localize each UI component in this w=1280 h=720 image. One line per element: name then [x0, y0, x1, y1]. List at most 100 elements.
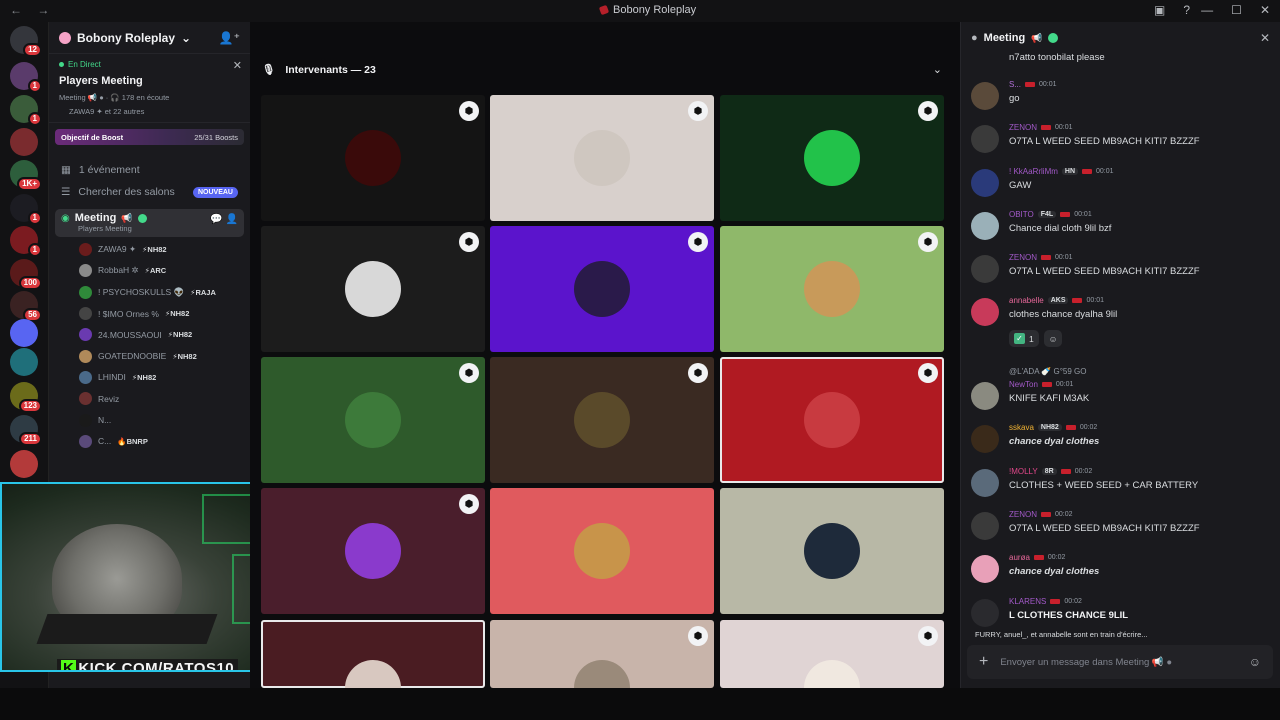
voice-member[interactable]: C... 🔥BNRP: [49, 431, 250, 452]
speaker-tile[interactable]: [490, 488, 714, 614]
speaker-avatar: [804, 523, 860, 579]
guild-header[interactable]: Bobony Roleplay ⌄ 👤⁺: [49, 22, 250, 54]
server-icon[interactable]: 100: [10, 259, 42, 290]
author-name[interactable]: sskava: [1009, 423, 1034, 432]
invite-people-icon[interactable]: 👤⁺: [219, 31, 240, 45]
speaker-tile[interactable]: ⬢: [490, 357, 714, 483]
server-icon[interactable]: [10, 128, 38, 156]
bottom-bar: [0, 688, 1280, 720]
avatar: [971, 425, 999, 453]
unread-badge: 123: [18, 399, 42, 413]
voice-member[interactable]: GOATEDNOOBIE ⚡NH82: [49, 345, 250, 366]
speaker-avatar: [345, 523, 401, 579]
author-name[interactable]: !MOLLY: [1009, 467, 1038, 476]
author-name[interactable]: ZENON: [1009, 510, 1037, 519]
speaker-tile[interactable]: ⬢: [720, 226, 944, 352]
minimize-button[interactable]: —: [1201, 3, 1213, 17]
window-title-text: Bobony Roleplay: [613, 4, 697, 16]
voice-member[interactable]: ! $IMO Ornes % ⚡NH82: [49, 303, 250, 324]
speakers-header[interactable]: 🎙 Intervenants — 23: [262, 63, 376, 77]
message-header: annabelle AKS 00:01: [1009, 296, 1104, 305]
author-name[interactable]: aurøa: [1009, 553, 1030, 562]
voice-member[interactable]: RobbaH ✲ ⚡ARC: [49, 260, 250, 281]
add-attachment-icon[interactable]: +: [979, 653, 988, 671]
server-icon[interactable]: [10, 348, 38, 376]
server-icon[interactable]: 1: [10, 194, 42, 225]
voice-member[interactable]: N...: [49, 409, 250, 430]
help-icon[interactable]: ?: [1183, 3, 1190, 17]
member-tag: ⚡NH82: [131, 372, 157, 382]
chevron-down-icon[interactable]: ⌄: [933, 63, 942, 76]
microphone-icon: 🎙: [262, 64, 276, 76]
speaker-tile[interactable]: ⬢: [720, 620, 944, 688]
boost-count: 25/31 Boosts: [194, 132, 238, 142]
speaker-tile[interactable]: ⬢: [261, 95, 485, 221]
avatar: [971, 555, 999, 583]
member-tag: ⚡RAJA: [190, 287, 216, 297]
message-text: go: [1009, 93, 1020, 104]
speaker-tile[interactable]: ⬢: [261, 357, 485, 483]
author-name[interactable]: OBITO: [1009, 210, 1034, 219]
message-composer[interactable]: + Envoyer un message dans Meeting 📢 ● ☺: [967, 645, 1273, 679]
speaker-tile[interactable]: ⬢: [720, 95, 944, 221]
message-text: KNIFE KAFI M3AK: [1009, 393, 1090, 404]
maximize-button[interactable]: ☐: [1231, 3, 1242, 17]
voice-channel-meeting[interactable]: ◉ Meeting 📢 Players Meeting 💬 👤: [55, 209, 244, 237]
speaker-tile[interactable]: ⬢: [261, 488, 485, 614]
speaker-tile[interactable]: ⬢: [261, 226, 485, 352]
boost-goal-bar[interactable]: Objectif de Boost 25/31 Boosts: [55, 129, 244, 145]
voice-member[interactable]: LHINDI ⚡NH82: [49, 367, 250, 388]
voice-member[interactable]: ! PSYCHOSKULLS 👽 ⚡RAJA: [49, 282, 250, 303]
moderator-shield-icon: ⬢: [459, 232, 479, 252]
avatar: [79, 392, 92, 406]
server-icon[interactable]: 211: [10, 415, 42, 446]
close-icon[interactable]: ✕: [1260, 31, 1270, 45]
speaker-tile[interactable]: ⬢: [490, 95, 714, 221]
moderator-shield-icon: ⬢: [688, 626, 708, 646]
server-icon[interactable]: 56: [10, 291, 42, 322]
server-icon[interactable]: [10, 450, 38, 478]
guild-tag-badge: AKS: [1047, 297, 1069, 304]
author-name[interactable]: ZENON: [1009, 253, 1037, 262]
author-name[interactable]: ZENON: [1009, 123, 1037, 132]
browse-channels-row[interactable]: ☰ Chercher des salons NOUVEAU: [49, 181, 250, 203]
speaker-tile[interactable]: ⬢: [490, 226, 714, 352]
server-icon[interactable]: 12: [10, 26, 42, 57]
author-name[interactable]: KLARENS: [1009, 597, 1046, 606]
chat-bubble-icon[interactable]: 💬 👤: [210, 214, 238, 225]
author-name[interactable]: NewTon: [1009, 380, 1038, 389]
speaker-tile[interactable]: [720, 488, 944, 614]
author-name[interactable]: annabelle: [1009, 296, 1044, 305]
server-icon[interactable]: [10, 319, 38, 347]
server-icon[interactable]: 1: [10, 95, 42, 126]
voice-member[interactable]: Reviz: [49, 388, 250, 409]
inbox-icon[interactable]: ▣: [1154, 3, 1165, 17]
history-nav-buttons[interactable]: ← →: [10, 3, 55, 17]
reaction-check[interactable]: ✓ 1: [1009, 330, 1039, 347]
server-icon[interactable]: 1: [10, 62, 42, 93]
speaker-tile[interactable]: [261, 620, 485, 688]
voice-member[interactable]: ZAWA9 ✦ ⚡NH82: [49, 239, 250, 260]
close-window-button[interactable]: ✕: [1260, 3, 1270, 17]
message-input[interactable]: Envoyer un message dans Meeting 📢 ●: [1000, 657, 1172, 668]
message-text: Chance dial cloth 9lil bzf: [1009, 223, 1112, 234]
moderator-shield-icon: ⬢: [688, 101, 708, 121]
chat-header: ● Meeting 📢 ✕: [961, 22, 1280, 54]
message-text: O7TA L WEED SEED MB9ACH KITI7 BZZZF: [1009, 136, 1200, 147]
speaker-tile[interactable]: ⬢: [490, 620, 714, 688]
emoji-icon[interactable]: ☺: [1249, 655, 1261, 669]
moderator-shield-icon: ⬢: [459, 494, 479, 514]
moderator-shield-icon: ⬢: [918, 101, 938, 121]
voice-member[interactable]: 24.MOUSSAOUI ⚡NH82: [49, 324, 250, 345]
server-icon[interactable]: 1K+: [10, 160, 42, 191]
events-row[interactable]: ▦ 1 événement: [49, 159, 250, 181]
server-icon[interactable]: 123: [10, 382, 42, 413]
speaker-tile[interactable]: ⬢: [720, 357, 944, 483]
server-icon[interactable]: 1: [10, 226, 42, 257]
author-name[interactable]: S...: [1009, 80, 1021, 89]
add-reaction-button[interactable]: ☺: [1043, 330, 1063, 347]
timestamp: 00:02: [1047, 554, 1066, 561]
live-stage-card[interactable]: En Direct Players Meeting Meeting 📢 ● · …: [49, 54, 250, 123]
author-name[interactable]: ! KkAaRrliMm: [1009, 167, 1058, 176]
close-icon[interactable]: ✕: [233, 59, 242, 72]
